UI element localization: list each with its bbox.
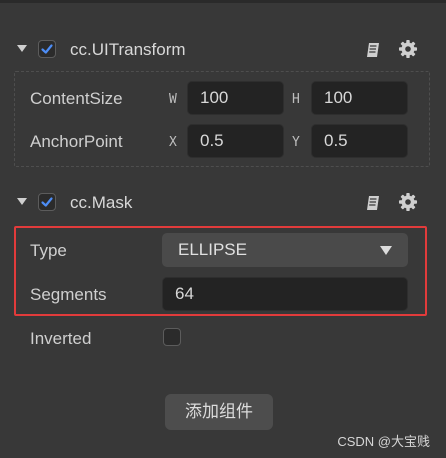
content-width-input[interactable]: 100 bbox=[187, 81, 284, 115]
inverted-label: Inverted bbox=[30, 329, 92, 348]
gear-icon[interactable] bbox=[398, 192, 418, 217]
checkmark-icon bbox=[41, 197, 53, 207]
top-strip bbox=[0, 0, 446, 3]
book-icon[interactable] bbox=[364, 40, 384, 65]
checkmark-icon bbox=[41, 44, 53, 54]
watermark: CSDN @大宝贱 bbox=[337, 434, 430, 449]
anchor-y-axis-label: Y bbox=[292, 135, 300, 150]
book-icon[interactable] bbox=[364, 193, 384, 218]
content-size-label: ContentSize bbox=[30, 89, 123, 108]
mask-enabled-checkbox[interactable] bbox=[38, 193, 56, 211]
anchor-y-input[interactable]: 0.5 bbox=[311, 124, 408, 158]
anchor-x-axis-label: X bbox=[169, 135, 177, 150]
anchor-point-label: AnchorPoint bbox=[30, 132, 123, 151]
add-component-button[interactable]: 添加组件 bbox=[165, 394, 273, 430]
uitransform-title: cc.UITransform bbox=[70, 40, 186, 59]
height-axis-label: H bbox=[292, 92, 300, 107]
uitransform-enabled-checkbox[interactable] bbox=[38, 40, 56, 58]
highlight-box bbox=[14, 226, 427, 316]
uitransform-header[interactable]: cc.UITransform bbox=[14, 36, 432, 62]
width-axis-label: W bbox=[169, 92, 177, 107]
content-height-input[interactable]: 100 bbox=[311, 81, 408, 115]
anchor-x-input[interactable]: 0.5 bbox=[187, 124, 284, 158]
gear-icon[interactable] bbox=[398, 39, 418, 64]
inverted-checkbox[interactable] bbox=[163, 328, 181, 346]
collapse-triangle-icon[interactable] bbox=[17, 198, 27, 205]
collapse-triangle-icon[interactable] bbox=[17, 45, 27, 52]
mask-header[interactable]: cc.Mask bbox=[14, 189, 432, 215]
mask-title: cc.Mask bbox=[70, 193, 133, 212]
